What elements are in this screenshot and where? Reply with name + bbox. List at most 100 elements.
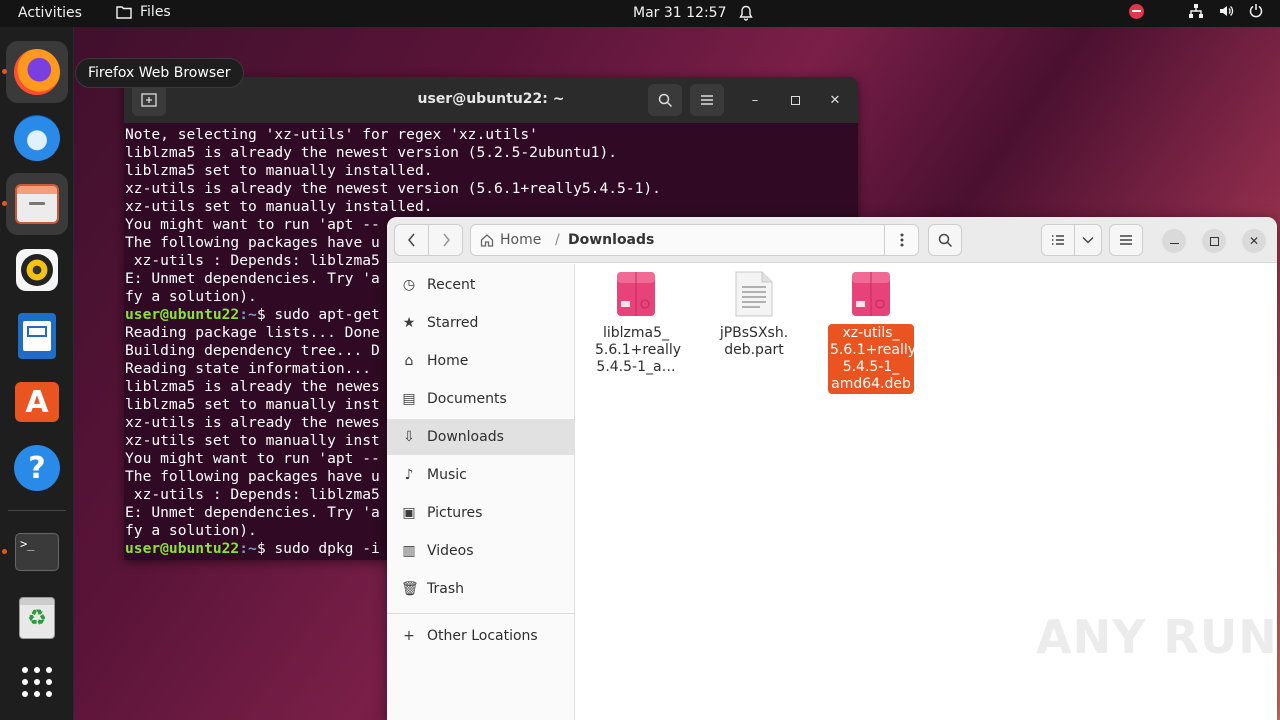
- file-name-line: amd64.deb: [831, 376, 911, 392]
- kebab-icon: [900, 233, 904, 247]
- running-indicator: [2, 201, 7, 206]
- path-options-button[interactable]: [884, 225, 919, 255]
- terminal-line: Note, selecting 'xz-utils' for regex 'xz…: [125, 126, 538, 143]
- sidebar-item-label: Downloads: [427, 429, 504, 445]
- firefox-icon: [14, 49, 60, 95]
- minimize-icon: [1169, 242, 1179, 245]
- file-name-line: xz-utils_: [842, 325, 900, 341]
- home-icon: [480, 234, 494, 247]
- sidebar-item-trash[interactable]: 🗑 Trash: [387, 571, 575, 607]
- sidebar-item-label: Starred: [427, 315, 479, 331]
- sidebar-item-recent[interactable]: ◷ Recent: [387, 267, 575, 303]
- dock-thunderbird[interactable]: [6, 107, 68, 169]
- files-minimize-button[interactable]: [1162, 229, 1186, 253]
- sidebar-item-videos[interactable]: ▥ Videos: [387, 533, 575, 569]
- maximize-icon: [790, 95, 800, 105]
- file-name-line: 5.4.5-1_a…: [596, 359, 676, 375]
- files-close-button[interactable]: ✕: [1242, 229, 1266, 253]
- dock-writer[interactable]: [6, 305, 68, 367]
- minimize-icon: –: [751, 92, 759, 108]
- close-button[interactable]: ✕: [823, 88, 847, 112]
- clock[interactable]: Mar 31 12:57: [633, 5, 726, 21]
- sidebar-item-music[interactable]: ♪ Music: [387, 457, 575, 493]
- view-options-button[interactable]: [1074, 224, 1102, 256]
- files-search-button[interactable]: [928, 224, 962, 256]
- app-menu-label: Files: [140, 4, 171, 20]
- file-name: jPBsSXsh. deb.part: [711, 324, 797, 360]
- sidebar-item-pictures[interactable]: ▣ Pictures: [387, 495, 575, 531]
- trash-icon: ♻: [19, 597, 55, 639]
- hamburger-icon: [701, 95, 713, 105]
- dock-rhythmbox[interactable]: [6, 239, 68, 301]
- network-icon[interactable]: [1188, 3, 1204, 19]
- path-bar[interactable]: Home / Downloads: [470, 224, 919, 256]
- activities-button[interactable]: Activities: [18, 5, 82, 21]
- dock-trash[interactable]: ♻: [6, 587, 68, 649]
- search-icon: [938, 233, 952, 247]
- system-tray[interactable]: [1129, 3, 1264, 19]
- power-icon[interactable]: [1248, 3, 1264, 19]
- video-icon: ▥: [402, 543, 416, 559]
- prompt-command: sudo apt-get: [274, 306, 380, 323]
- sidebar-item-label: Music: [427, 467, 467, 483]
- path-home-label: Home: [500, 232, 542, 248]
- terminal-menu-button[interactable]: [690, 84, 724, 116]
- file-item[interactable]: jPBsSXsh. deb.part: [711, 271, 797, 360]
- files-menu-button[interactable]: [1109, 224, 1143, 256]
- minimize-button[interactable]: –: [743, 88, 767, 112]
- volume-icon[interactable]: [1218, 3, 1234, 19]
- sidebar-item-documents[interactable]: ▤ Documents: [387, 381, 575, 417]
- deb-package-icon: [852, 272, 890, 316]
- download-icon: ⇩: [403, 429, 415, 445]
- file-name-line: liblzma5_: [602, 325, 670, 341]
- path-current[interactable]: Downloads: [568, 232, 654, 248]
- back-button[interactable]: [394, 224, 429, 256]
- prompt-symbol: $: [256, 306, 275, 323]
- files-headerbar[interactable]: Home / Downloads ✕: [387, 217, 1277, 263]
- bell-icon[interactable]: [739, 5, 753, 25]
- prompt-path: :~: [239, 306, 257, 323]
- writer-icon: [18, 313, 56, 359]
- plus-icon: +: [403, 628, 415, 644]
- forward-button[interactable]: [428, 224, 463, 256]
- close-icon: ✕: [1248, 234, 1260, 248]
- dock-help[interactable]: ?: [6, 437, 68, 499]
- file-name: liblzma5_ 5.6.1+really 5.4.5-1_a…: [593, 324, 681, 377]
- show-apps-button[interactable]: [6, 651, 68, 713]
- dock-files[interactable]: [2, 173, 68, 235]
- chevron-left-icon: [407, 233, 415, 247]
- file-item-selected[interactable]: xz-utils_ 5.6.1+really 5.4.5-1_ amd64.de…: [828, 271, 916, 394]
- file-item[interactable]: liblzma5_ 5.6.1+really 5.4.5-1_a…: [593, 271, 681, 377]
- app-menu[interactable]: Files: [116, 4, 171, 20]
- files-sidebar: ◷ Recent ★ Starred ⌂ Home ▤ Documents ⇩ …: [387, 264, 575, 720]
- sidebar-item-label: Trash: [427, 581, 464, 597]
- path-home[interactable]: Home: [480, 232, 541, 248]
- sidebar-item-label: Home: [427, 353, 469, 369]
- dock-terminal[interactable]: >_: [2, 521, 68, 583]
- dock-firefox[interactable]: [2, 41, 68, 103]
- folder-icon: [116, 6, 132, 19]
- anyrun-watermark: ANY RUN: [1036, 610, 1278, 664]
- list-view-icon: [1052, 235, 1064, 245]
- document-icon: ▤: [402, 391, 416, 407]
- sidebar-item-downloads[interactable]: ⇩ Downloads: [387, 419, 575, 455]
- hamburger-icon: [1120, 235, 1132, 245]
- sidebar-separator: [387, 613, 575, 614]
- view-list-button[interactable]: [1041, 224, 1075, 256]
- sidebar-item-label: Documents: [427, 391, 507, 407]
- clock-icon: ◷: [402, 277, 416, 293]
- terminal-line: xz-utils set to manually installed.: [125, 198, 433, 215]
- dock: A ? >_ ♻: [0, 27, 74, 720]
- sidebar-item-other-locations[interactable]: + Other Locations: [387, 618, 575, 654]
- prompt-user: user@ubuntu22: [125, 306, 240, 323]
- sidebar-item-starred[interactable]: ★ Starred: [387, 305, 575, 341]
- prompt-command: sudo dpkg -i: [274, 540, 380, 557]
- do-not-disturb-icon[interactable]: [1129, 3, 1144, 19]
- file-name: xz-utils_ 5.6.1+really 5.4.5-1_ amd64.de…: [828, 324, 916, 394]
- maximize-button[interactable]: [783, 88, 807, 112]
- deb-package-icon: [617, 272, 655, 316]
- sidebar-item-home[interactable]: ⌂ Home: [387, 343, 575, 379]
- dock-software[interactable]: A: [6, 371, 68, 433]
- terminal-search-button[interactable]: [648, 84, 682, 116]
- files-maximize-button[interactable]: [1202, 229, 1226, 253]
